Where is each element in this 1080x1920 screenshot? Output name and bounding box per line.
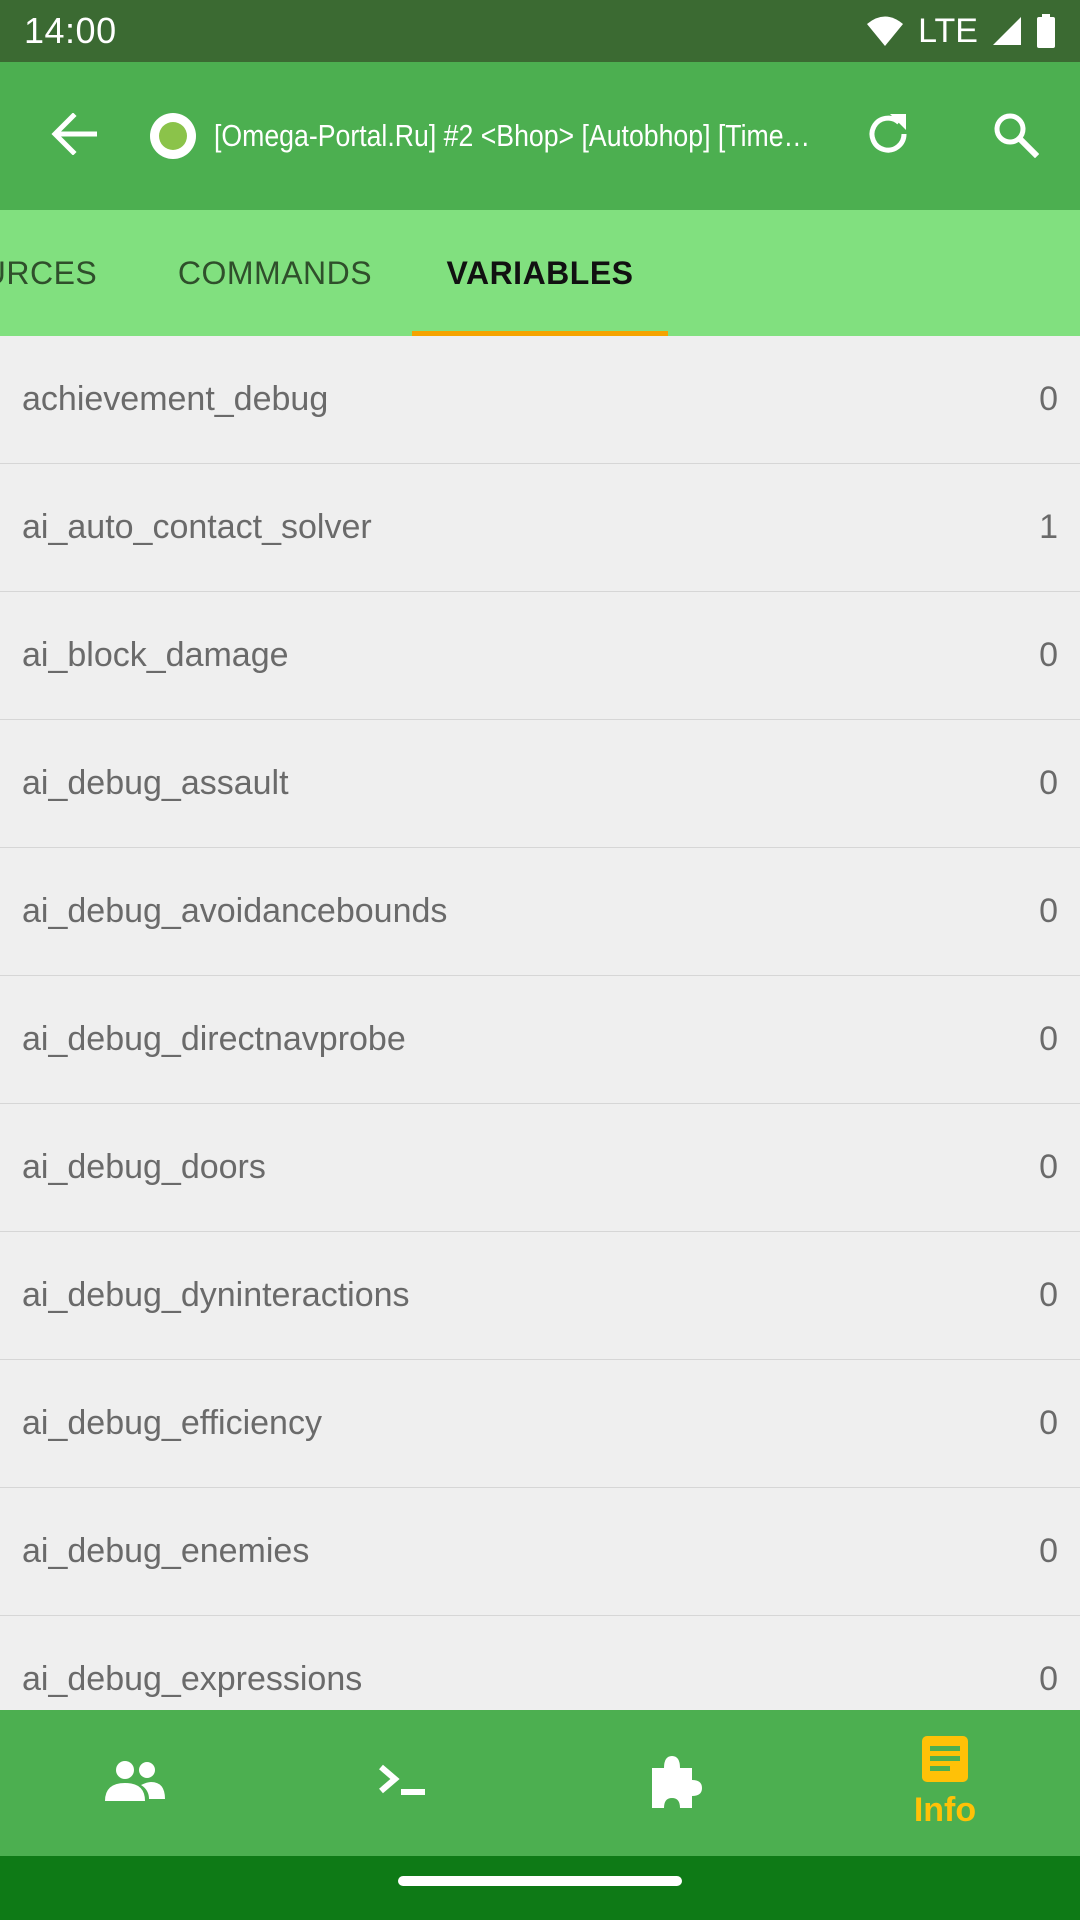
variables-list: achievement_debug 0 ai_auto_contact_solv… bbox=[0, 336, 1080, 1710]
variable-name: ai_debug_directnavprobe bbox=[22, 1020, 406, 1058]
variable-name: ai_debug_assault bbox=[22, 764, 289, 802]
cell-signal-icon bbox=[992, 16, 1022, 46]
tab-bar: URCES COMMANDS VARIABLES bbox=[0, 210, 1080, 336]
list-item[interactable]: ai_debug_expressions 0 bbox=[0, 1616, 1080, 1710]
variable-value: 0 bbox=[1039, 380, 1058, 418]
variable-name: ai_debug_doors bbox=[22, 1148, 266, 1186]
variable-name: ai_debug_avoidancebounds bbox=[22, 892, 448, 930]
back-button[interactable] bbox=[46, 108, 102, 164]
search-button[interactable] bbox=[985, 106, 1045, 166]
info-icon bbox=[920, 1736, 970, 1787]
list-item[interactable]: ai_debug_assault 0 bbox=[0, 720, 1080, 848]
tab-variables[interactable]: VARIABLES bbox=[412, 210, 668, 336]
app-title: [Omega-Portal.Ru] #2 <Bhop> [Autobhop] [… bbox=[214, 118, 814, 153]
nav-console[interactable] bbox=[270, 1710, 540, 1856]
variable-name: ai_auto_contact_solver bbox=[22, 508, 372, 546]
network-type: LTE bbox=[918, 11, 978, 50]
home-gesture-handle[interactable] bbox=[398, 1876, 682, 1886]
nav-info[interactable]: Info bbox=[810, 1710, 1080, 1856]
nav-players[interactable] bbox=[0, 1710, 270, 1856]
status-bar: 14:00 LTE bbox=[0, 0, 1080, 62]
server-status-icon bbox=[150, 113, 196, 159]
variable-value: 0 bbox=[1039, 636, 1058, 674]
list-item[interactable]: ai_auto_contact_solver 1 bbox=[0, 464, 1080, 592]
variable-name: achievement_debug bbox=[22, 380, 329, 418]
variable-value: 0 bbox=[1039, 1532, 1058, 1570]
variable-name: ai_debug_efficiency bbox=[22, 1404, 322, 1442]
bottom-navigation: Info bbox=[0, 1710, 1080, 1856]
variable-value: 1 bbox=[1039, 508, 1058, 546]
wifi-icon bbox=[866, 15, 904, 47]
variable-value: 0 bbox=[1039, 1276, 1058, 1314]
refresh-icon bbox=[864, 110, 912, 163]
players-icon bbox=[103, 1759, 167, 1808]
variable-name: ai_block_damage bbox=[22, 636, 289, 674]
console-icon bbox=[377, 1761, 433, 1806]
list-item[interactable]: ai_debug_avoidancebounds 0 bbox=[0, 848, 1080, 976]
tab-resources[interactable]: URCES bbox=[0, 210, 110, 336]
list-item[interactable]: ai_debug_directnavprobe 0 bbox=[0, 976, 1080, 1104]
variable-name: ai_debug_enemies bbox=[22, 1532, 310, 1570]
status-icons: LTE bbox=[866, 12, 1056, 51]
variable-value: 0 bbox=[1039, 764, 1058, 802]
variable-name: ai_debug_dyninteractions bbox=[22, 1276, 410, 1314]
nav-plugins[interactable] bbox=[540, 1710, 810, 1856]
app-bar: [Omega-Portal.Ru] #2 <Bhop> [Autobhop] [… bbox=[0, 62, 1080, 210]
nav-info-label: Info bbox=[913, 1791, 977, 1829]
search-icon bbox=[991, 110, 1040, 163]
list-item[interactable]: achievement_debug 0 bbox=[0, 336, 1080, 464]
list-item[interactable]: ai_block_damage 0 bbox=[0, 592, 1080, 720]
app-title-container: [Omega-Portal.Ru] #2 <Bhop> [Autobhop] [… bbox=[214, 118, 814, 154]
variable-value: 0 bbox=[1039, 1148, 1058, 1186]
list-item[interactable]: ai_debug_enemies 0 bbox=[0, 1488, 1080, 1616]
variable-value: 0 bbox=[1039, 892, 1058, 930]
tab-commands[interactable]: COMMANDS bbox=[150, 210, 400, 336]
refresh-button[interactable] bbox=[858, 106, 918, 166]
list-item[interactable]: ai_debug_dyninteractions 0 bbox=[0, 1232, 1080, 1360]
back-arrow-icon bbox=[51, 111, 98, 160]
plugins-icon bbox=[646, 1752, 704, 1815]
battery-icon bbox=[1036, 14, 1056, 48]
status-time: 14:00 bbox=[24, 10, 117, 51]
variable-value: 0 bbox=[1039, 1020, 1058, 1058]
gesture-navigation-area bbox=[0, 1856, 1080, 1920]
list-item[interactable]: ai_debug_efficiency 0 bbox=[0, 1360, 1080, 1488]
variable-value: 0 bbox=[1039, 1404, 1058, 1442]
variable-name: ai_debug_expressions bbox=[22, 1660, 363, 1698]
variable-value: 0 bbox=[1039, 1660, 1058, 1698]
list-item[interactable]: ai_debug_doors 0 bbox=[0, 1104, 1080, 1232]
